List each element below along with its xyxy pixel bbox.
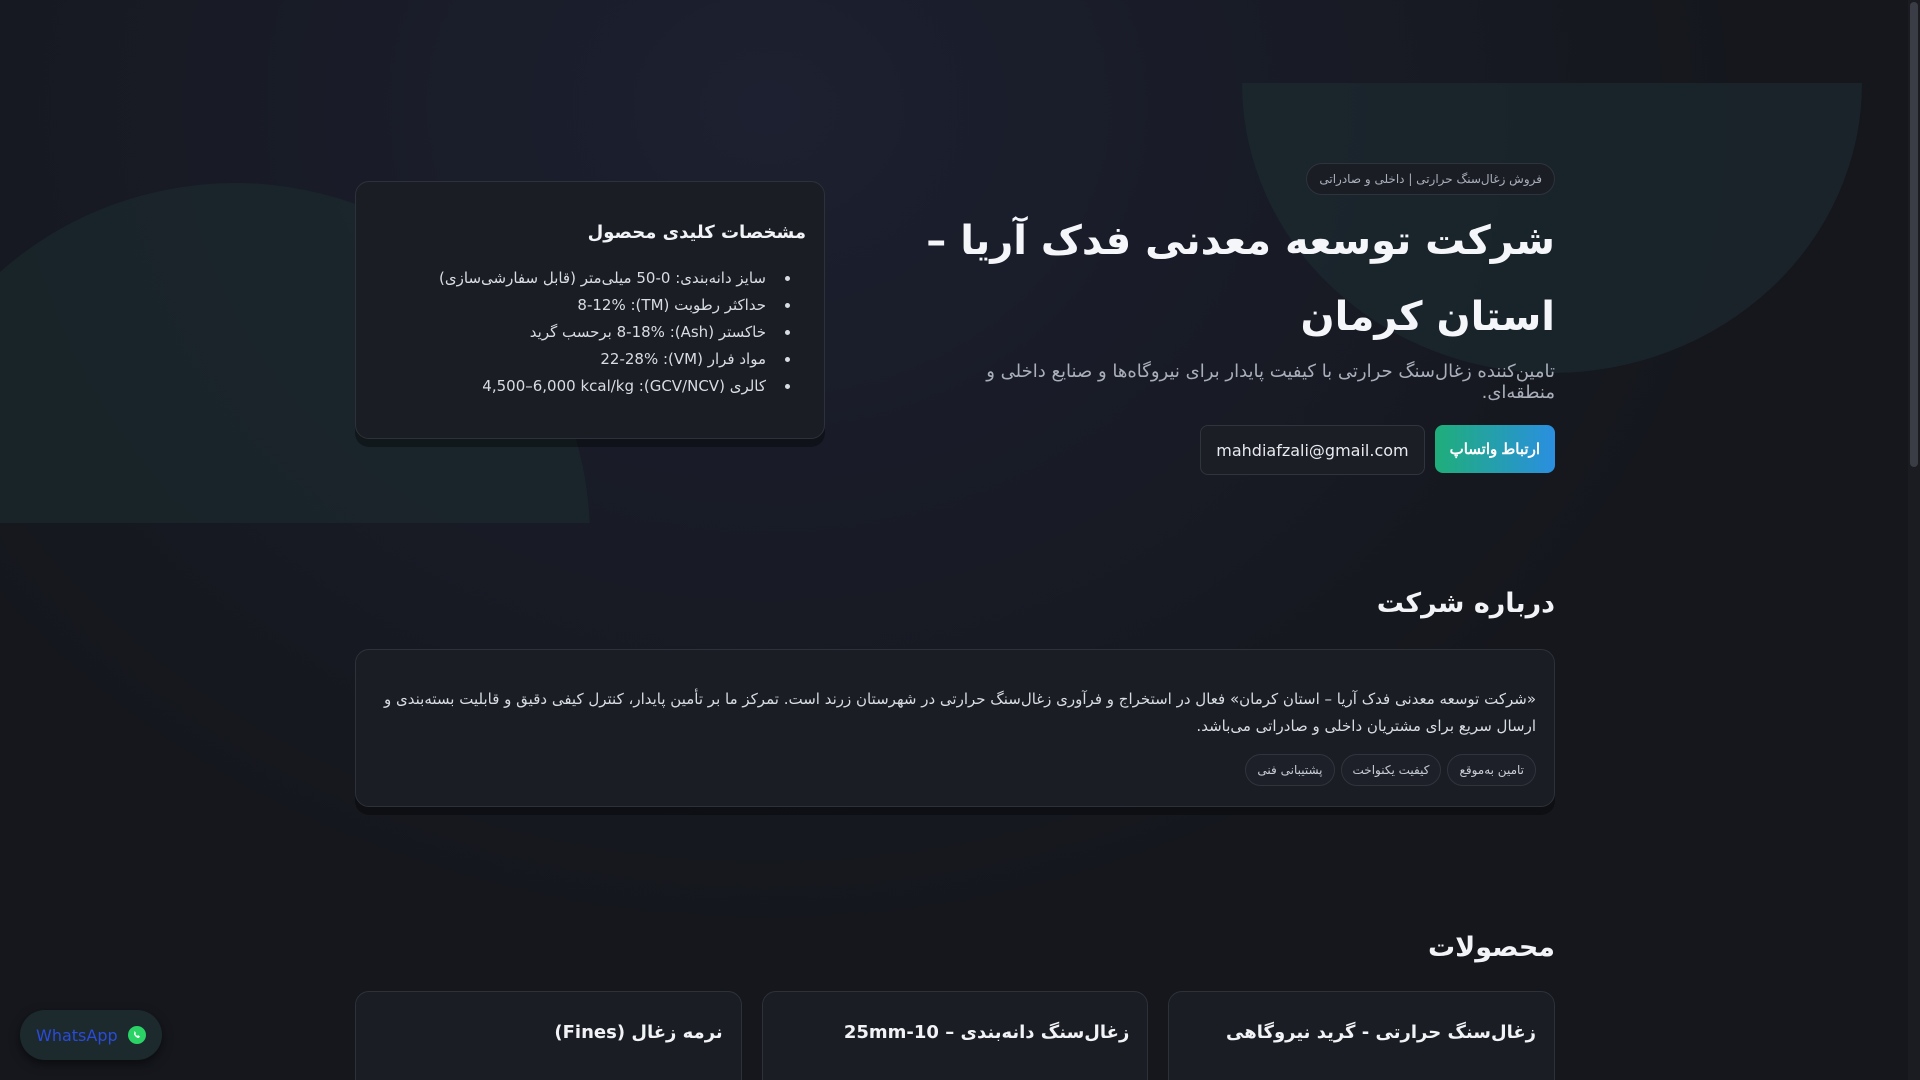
about-title: درباره شرکت: [1376, 588, 1555, 619]
specs-list: سایز دانه‌بندی: 0-50 میلی‌متر (قابل سفار…: [374, 265, 806, 400]
specs-card: مشخصات کلیدی محصول سایز دانه‌بندی: 0-50 …: [355, 181, 825, 439]
specs-title: مشخصات کلیدی محصول: [587, 222, 806, 243]
spec-item: خاکستر (Ash): 8-18% برحسب گرید: [374, 319, 790, 346]
about-text: «شرکت توسعه معدنی فدک آریا – استان کرمان…: [384, 690, 1536, 735]
spec-item: مواد فرار (VM): 22-28%: [374, 346, 790, 373]
product-card[interactable]: نرمه زغال (Fines): [354, 991, 742, 1080]
product-grid: زغال‌سنگ حرارتی - گرید نیروگاهی زغال‌سنگ…: [354, 991, 1555, 1080]
hero-subtitle: تامین‌کننده زغال‌سنگ حرارتی با کیفیت پای…: [986, 361, 1555, 403]
whatsapp-contact-button[interactable]: ارتباط واتساپ: [1434, 425, 1555, 473]
product-card[interactable]: زغال‌سنگ حرارتی - گرید نیروگاهی: [1168, 991, 1555, 1080]
product-card[interactable]: زغال‌سنگ دانه‌بندی – 10-25mm: [761, 991, 1149, 1080]
spec-item: حداکثر رطوبت (TM): 8-12%: [374, 292, 790, 319]
product-title: زغال‌سنگ حرارتی - گرید نیروگاهی: [1226, 1022, 1536, 1043]
products-section: محصولات زغال‌سنگ حرارتی - گرید نیروگاهی …: [354, 932, 1555, 1080]
spec-item: کالری (GCV/NCV): 4,500–6,000 kcal/kg: [374, 373, 790, 400]
scrollbar-thumb[interactable]: [1910, 2, 1918, 467]
feature-pill: کیفیت یکنواخت: [1340, 754, 1442, 786]
hero-section: فروش زغال‌سنگ حرارتی | داخلی و صادراتی ش…: [355, 163, 1555, 475]
about-card: «شرکت توسعه معدنی فدک آریا – استان کرمان…: [355, 649, 1555, 807]
spec-item: سایز دانه‌بندی: 0-50 میلی‌متر (قابل سفار…: [374, 265, 790, 292]
product-title: نرمه زغال (Fines): [554, 1022, 723, 1043]
feature-pills: تامین به‌موقع کیفیت یکنواخت پشتیبانی فنی: [374, 754, 1536, 786]
feature-pill: پشتیبانی فنی: [1245, 754, 1335, 786]
whatsapp-float-button[interactable]: WhatsApp: [20, 1010, 162, 1060]
whatsapp-float-label: WhatsApp: [36, 1025, 118, 1045]
hero-tag: فروش زغال‌سنگ حرارتی | داخلی و صادراتی: [1306, 163, 1555, 195]
email-button[interactable]: mahdiafzali@gmail.com: [1200, 425, 1425, 475]
about-section: درباره شرکت «شرکت توسعه معدنی فدک آریا –…: [355, 588, 1555, 807]
hero-actions: ارتباط واتساپ mahdiafzali@gmail.com: [915, 425, 1555, 475]
hero-content: فروش زغال‌سنگ حرارتی | داخلی و صادراتی ش…: [915, 163, 1555, 475]
product-title: زغال‌سنگ دانه‌بندی – 10-25mm: [843, 1022, 1130, 1043]
whatsapp-icon: [127, 1026, 146, 1044]
page-title: شرکت توسعه معدنی فدک آریا – استان کرمان: [926, 218, 1555, 340]
feature-pill: تامین به‌موقع: [1447, 754, 1536, 786]
products-title: محصولات: [1428, 932, 1555, 963]
scrollbar[interactable]: [1908, 0, 1920, 1080]
